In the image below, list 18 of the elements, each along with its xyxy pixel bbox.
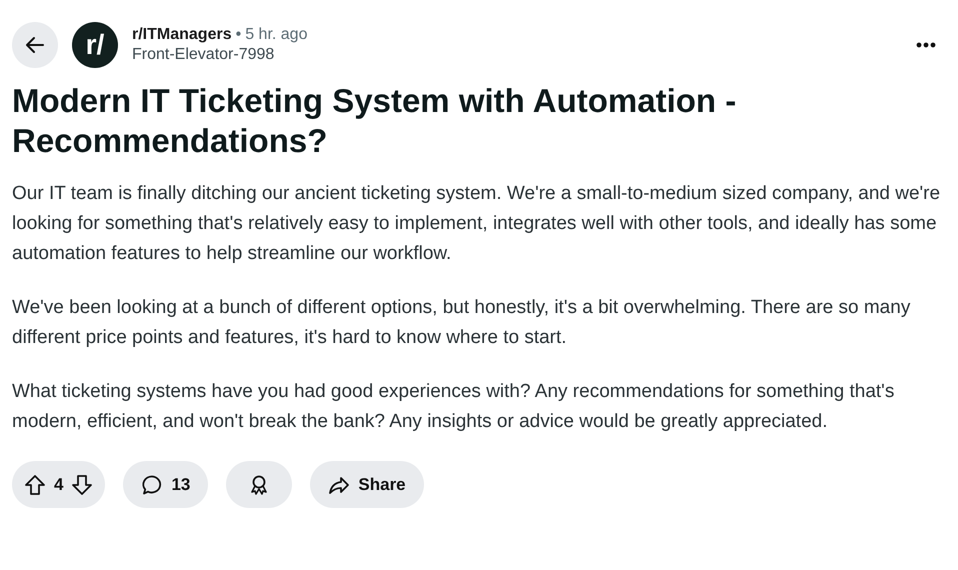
back-button[interactable] (12, 22, 58, 68)
downvote-icon (71, 474, 94, 496)
separator-dot: • (236, 26, 242, 44)
author-link[interactable]: Front-Elevator-7998 (132, 46, 308, 64)
comments-button[interactable]: 13 (123, 461, 208, 508)
post-paragraph: We've been looking at a bunch of different options, but honestly, it's a bit overwhelming. There are so many different price points and features, it's hard to know where to start. (12, 296, 912, 350)
comment-icon (141, 474, 164, 496)
upvote-icon (24, 474, 46, 496)
post-paragraph: What ticketing systems have you had good experiences with? Any recommendations for something that's modern, efficient, and won't break the bank? Any insights or advice would be greatly appreciated. (12, 380, 896, 434)
post-paragraph: Our IT team is finally ditching our ancient ticketing system. We're a small-to-medium sized company, and we're looking for something that's relatively easy to implement, integrates well with other tools, and ideally has some automation features to help streamline our workflow. (12, 182, 942, 266)
vote-count: 4 (54, 474, 64, 494)
post-time: 5 hr. ago (245, 26, 308, 44)
more-icon (916, 42, 936, 48)
post-title: Modern IT Ticketing System with Automation - Recommendations? (12, 81, 738, 161)
subreddit-link[interactable]: r/ITManagers (132, 26, 232, 44)
subreddit-avatar: r/ (72, 22, 118, 68)
share-button[interactable]: Share (310, 461, 424, 508)
award-button[interactable] (226, 461, 292, 508)
